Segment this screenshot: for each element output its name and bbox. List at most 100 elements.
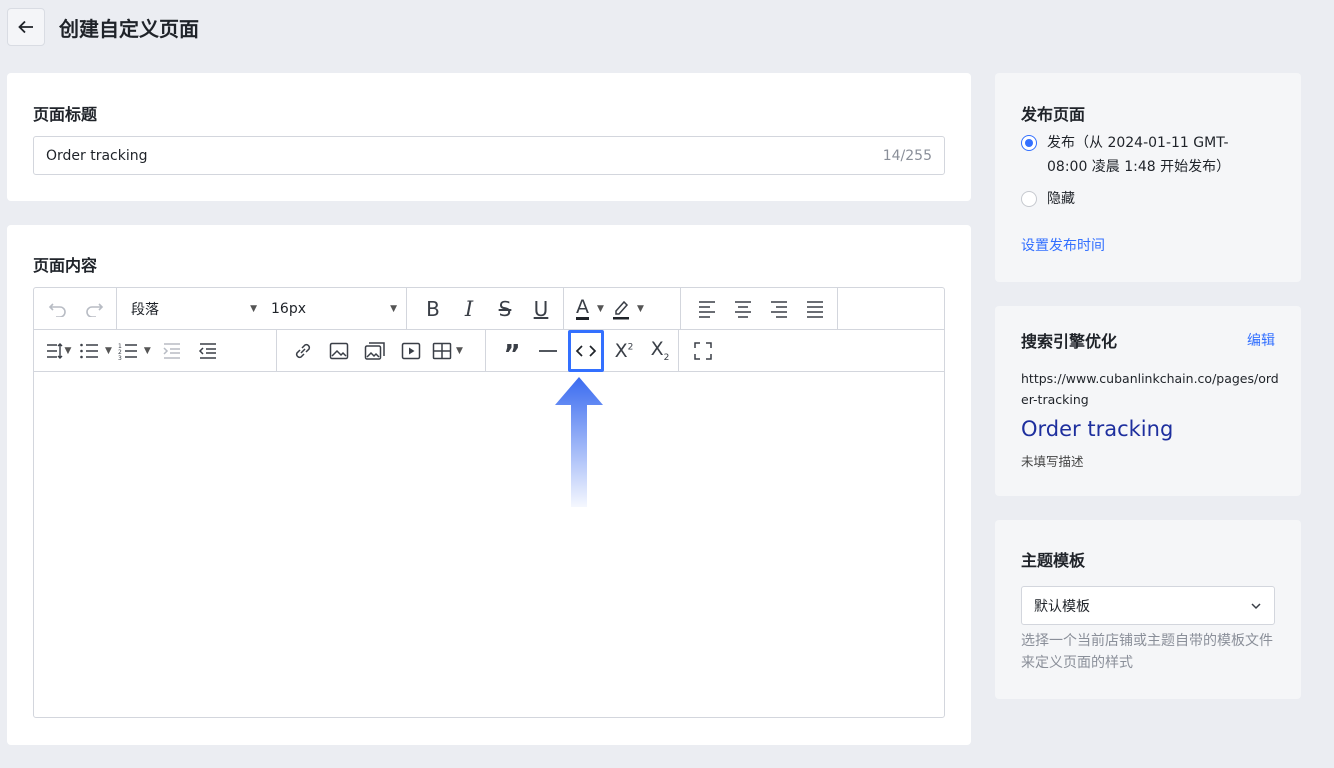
char-counter: 14/255 (882, 147, 932, 164)
gallery-button[interactable] (360, 336, 390, 366)
strikethrough-icon: S (498, 296, 512, 321)
line-height-button[interactable]: ▼ (43, 336, 73, 366)
table-button[interactable]: ▼ (432, 336, 463, 366)
seo-edit-link[interactable]: 编辑 (1247, 330, 1275, 350)
caret-down-icon: ▼ (597, 303, 604, 314)
video-icon (401, 342, 421, 359)
highlighter-icon (613, 300, 629, 319)
align-left-icon (699, 300, 715, 318)
gallery-icon (364, 341, 385, 360)
caret-down-icon: ▼ (105, 345, 112, 356)
theme-template-select[interactable]: 默认模板 (1021, 586, 1275, 625)
paragraph-select-value: 段落 (131, 301, 159, 318)
theme-template-value: 默认模板 (1034, 598, 1090, 615)
underline-button[interactable]: U (526, 294, 556, 324)
hide-option[interactable]: 隐藏 (1021, 187, 1075, 211)
redo-button[interactable] (79, 294, 109, 324)
seo-url: https://www.cubanlinkchain.co/pages/orde… (1021, 371, 1279, 407)
align-left-button[interactable] (692, 294, 722, 324)
fullscreen-button[interactable] (688, 336, 718, 366)
caret-down-icon: ▼ (390, 303, 397, 314)
image-button[interactable] (324, 336, 354, 366)
quote-icon: ” (503, 339, 521, 370)
bulleted-list-icon (80, 343, 98, 358)
toolbar-row-2: ▼ ▼ 1 2 3 ▼ ▼ ” X2 X2 (34, 329, 944, 372)
superscript-button[interactable]: X2 (609, 336, 639, 366)
undo-button[interactable] (43, 294, 73, 324)
page-title: 创建自定义页面 (59, 16, 199, 41)
page-content-label: 页面内容 (33, 256, 98, 275)
fullscreen-icon (694, 341, 712, 360)
font-color-icon: A (576, 296, 590, 320)
outdent-button[interactable] (193, 336, 223, 366)
indent-icon (163, 342, 180, 359)
radio-checked-icon[interactable] (1021, 135, 1037, 151)
editor-content-area[interactable] (34, 372, 944, 717)
table-icon (432, 342, 452, 359)
theme-hint: 选择一个当前店铺或主题自带的模板文件来定义页面的样式 (1021, 633, 1273, 671)
arrow-left-icon (18, 20, 33, 34)
seo-description: 未填写描述 (1021, 454, 1084, 469)
caret-down-icon: ▼ (143, 345, 151, 356)
align-right-button[interactable] (764, 294, 794, 324)
toolbar-row-1: 段落 ▼ 16px ▼ B I S U A ▼ ▼ (34, 288, 944, 330)
back-button[interactable] (7, 8, 45, 46)
indent-button[interactable] (157, 336, 187, 366)
page-title-input[interactable]: Order tracking 14/255 (33, 136, 945, 175)
caret-down-icon: ▼ (250, 303, 257, 314)
italic-icon: I (464, 296, 474, 321)
font-color-button[interactable]: A ▼ (575, 294, 605, 324)
font-size-select[interactable]: 16px ▼ (271, 294, 397, 324)
numbered-list-button[interactable]: 1 2 3 ▼ (118, 336, 151, 366)
font-size-select-value: 16px (271, 300, 306, 317)
align-center-icon (735, 300, 751, 318)
horizontal-rule-button[interactable] (533, 336, 563, 366)
page-title-value: Order tracking (46, 147, 148, 164)
page-content-card: 页面内容 段落 ▼ 16px ▼ B I S U A ▼ ▼ ▼ ▼ 1 2 3… (7, 225, 971, 745)
seo-card: 搜索引擎优化 编辑 https://www.cubanlinkchain.co/… (995, 306, 1301, 496)
redo-icon (86, 302, 104, 317)
justify-button[interactable] (800, 294, 830, 324)
align-justify-icon (807, 300, 823, 318)
align-right-icon (771, 300, 787, 318)
seo-title: 搜索引擎优化 (1021, 332, 1118, 351)
code-view-button[interactable] (568, 329, 604, 372)
bold-icon: B (426, 296, 440, 321)
paragraph-select[interactable]: 段落 ▼ (131, 294, 257, 324)
italic-button[interactable]: I (454, 294, 484, 324)
publish-title: 发布页面 (1021, 105, 1086, 124)
bold-button[interactable]: B (418, 294, 448, 324)
superscript-icon: X2 (614, 339, 634, 362)
seo-page-title: Order tracking (1021, 417, 1174, 441)
caret-down-icon: ▼ (637, 303, 644, 314)
publish-option[interactable]: 发布（从 2024-01-11 GMT-08:00 凌晨 1:48 开始发布） (1021, 131, 1261, 179)
subscript-button[interactable]: X2 (645, 336, 675, 366)
rich-text-editor: 段落 ▼ 16px ▼ B I S U A ▼ ▼ ▼ ▼ 1 2 3 ▼ ▼ … (33, 287, 945, 718)
numbered-list-icon: 123 (118, 343, 137, 360)
line-height-icon (46, 342, 63, 359)
page-header: 创建自定义页面 (7, 8, 199, 46)
image-icon (329, 342, 349, 359)
page-title-label: 页面标题 (33, 105, 98, 124)
theme-card: 主题模板 默认模板 选择一个当前店铺或主题自带的模板文件来定义页面的样式 (995, 520, 1301, 699)
subscript-icon: X2 (650, 338, 670, 363)
video-button[interactable] (396, 336, 426, 366)
bulleted-list-button[interactable]: ▼ (79, 336, 112, 366)
undo-icon (48, 302, 66, 317)
highlight-color-button[interactable]: ▼ (611, 294, 644, 324)
outdent-icon (198, 342, 216, 359)
svg-text:3: 3 (118, 355, 122, 360)
caret-down-icon: ▼ (456, 345, 463, 356)
publish-card: 发布页面 发布（从 2024-01-11 GMT-08:00 凌晨 1:48 开… (995, 73, 1301, 282)
align-center-button[interactable] (728, 294, 758, 324)
schedule-publish-link[interactable]: 设置发布时间 (1021, 235, 1105, 255)
horizontal-rule-icon (539, 349, 557, 352)
chevron-down-icon (1251, 602, 1261, 609)
underline-icon: U (533, 296, 549, 321)
hide-option-label: 隐藏 (1047, 191, 1075, 207)
blockquote-button[interactable]: ” (497, 336, 527, 370)
link-button[interactable] (288, 336, 318, 366)
strikethrough-button[interactable]: S (490, 294, 520, 324)
caret-down-icon: ▼ (64, 345, 72, 356)
radio-unchecked-icon[interactable] (1021, 191, 1037, 207)
